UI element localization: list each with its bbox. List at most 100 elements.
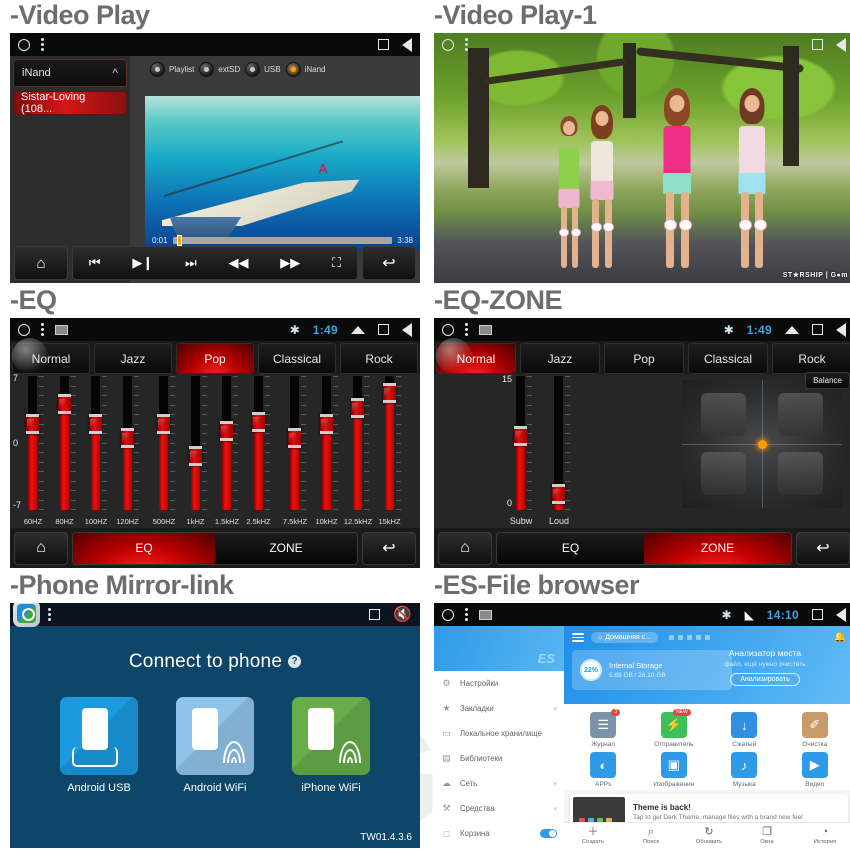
circle-icon[interactable]	[442, 38, 454, 51]
back-button[interactable]: ↩	[362, 531, 416, 565]
zone-slider-loud[interactable]	[552, 376, 565, 510]
home-button[interactable]: ⌂	[14, 531, 68, 565]
preset-pop[interactable]: Pop	[604, 343, 684, 374]
square-icon[interactable]	[812, 609, 823, 620]
fullscreen-button[interactable]: ⛶	[332, 255, 341, 271]
back-triangle-icon[interactable]	[402, 322, 412, 337]
back-triangle-icon[interactable]	[402, 37, 412, 52]
tab-eq[interactable]: EQ	[497, 532, 644, 564]
overflow-menu-icon[interactable]	[465, 608, 468, 621]
home-button[interactable]: ⌂	[14, 246, 68, 280]
eq-slider-1.5khz[interactable]	[220, 376, 233, 510]
tab-zone[interactable]: ZONE	[215, 532, 357, 564]
app-icon[interactable]: ✐	[801, 712, 828, 738]
overflow-menu-icon[interactable]	[465, 323, 468, 336]
app-icon[interactable]: ▶	[801, 752, 828, 778]
zone-slider-subw[interactable]	[514, 376, 527, 510]
app-журнал[interactable]: ☰ 3 Журнал	[568, 709, 639, 748]
circle-icon[interactable]	[442, 608, 454, 621]
eq-slider-10khz[interactable]	[319, 376, 333, 510]
app-icon[interactable]: ◐	[590, 752, 617, 778]
app-очистка[interactable]: ✐ Очистка	[780, 712, 850, 748]
slider-knob[interactable]	[89, 414, 102, 435]
source-extsd[interactable]: extSD	[199, 62, 240, 77]
slider-knob[interactable]	[120, 427, 134, 448]
previous-track-button[interactable]: ⏮	[89, 255, 101, 271]
video-surface[interactable]: A 0:01 3:38	[145, 96, 420, 251]
slider-knob[interactable]	[514, 426, 527, 447]
slider-knob[interactable]	[319, 414, 333, 435]
back-triangle-icon[interactable]	[836, 607, 846, 622]
eq-slider-2.5khz[interactable]	[251, 376, 265, 510]
app-изображения[interactable]: ▣ Изображения	[639, 752, 710, 788]
sidebar-item-сеть[interactable]: ☁ Сеть ▾	[434, 771, 564, 796]
preset-rock[interactable]: Rock	[772, 343, 850, 374]
sidebar-item-локальное[interactable]: ▭ Локальное хранилище	[434, 721, 564, 746]
bottom-создать[interactable]: ＋ Создать	[564, 826, 622, 845]
playlist-item[interactable]: Sistar-Loving (108...	[13, 91, 127, 115]
preset-jazz[interactable]: Jazz	[94, 343, 172, 374]
app-музыка[interactable]: ♪ Музыка	[709, 752, 780, 788]
balance-position-dot[interactable]	[757, 439, 767, 449]
bottom-история[interactable]: ◔ История	[796, 826, 850, 845]
back-triangle-icon[interactable]	[836, 37, 846, 52]
help-icon[interactable]: ?	[288, 655, 302, 669]
sidebar-item-закладки[interactable]: ★ Закладки ▾	[434, 696, 564, 721]
preset-jazz[interactable]: Jazz	[520, 343, 600, 374]
iphone-wifi-icon[interactable]	[292, 697, 370, 775]
square-icon[interactable]	[812, 39, 823, 50]
tab-zone[interactable]: ZONE	[644, 532, 791, 564]
slider-knob[interactable]	[251, 411, 265, 432]
slider-knob[interactable]	[552, 483, 565, 504]
video-play-1-screen[interactable]: ST★RSHIP | G●m	[434, 33, 850, 283]
android-usb-icon[interactable]	[60, 697, 138, 775]
fast-forward-button[interactable]: ▶▶	[280, 255, 300, 271]
app-icon[interactable]: ⚡ NEW	[660, 709, 691, 738]
square-icon[interactable]	[378, 39, 389, 50]
balance-pad[interactable]	[682, 380, 842, 508]
option-iphone-wifi[interactable]: iPhone WiFi	[292, 697, 370, 794]
tab-eq[interactable]: EQ	[73, 532, 215, 564]
square-icon[interactable]	[369, 609, 381, 620]
source-dropdown[interactable]: iNand ^	[13, 59, 127, 87]
mute-speaker-icon[interactable]: 🔇	[393, 607, 412, 622]
recycle-bin-toggle[interactable]	[540, 829, 557, 838]
slider-knob[interactable]	[157, 414, 170, 435]
preset-classical[interactable]: Classical	[688, 343, 768, 374]
app-icon[interactable]: ↓	[731, 712, 758, 738]
eq-slider-80hz[interactable]	[57, 376, 71, 510]
circle-icon[interactable]	[442, 323, 454, 336]
app-apps[interactable]: ◐ APPs	[568, 752, 639, 788]
sidebar-item-средства[interactable]: ⚒ Средства ▾	[434, 796, 564, 821]
preset-rock[interactable]: Rock	[340, 343, 418, 374]
sidebar-item-настройки[interactable]: ⚙ Настройки	[434, 671, 564, 696]
rewind-button[interactable]: ◀◀	[228, 255, 248, 271]
source-usb[interactable]: USB	[245, 62, 281, 77]
circle-icon[interactable]	[18, 323, 30, 336]
circle-icon[interactable]	[18, 38, 30, 51]
bottom-окна[interactable]: ❐ Окна	[738, 826, 796, 845]
home-button[interactable]: ⌂	[438, 531, 492, 565]
source-inand[interactable]: iNand	[285, 62, 326, 77]
slider-knob[interactable]	[26, 414, 39, 435]
option-android-wifi[interactable]: Android WiFi	[176, 697, 254, 794]
eq-slider-12.5khz[interactable]	[351, 376, 364, 510]
overflow-menu-icon[interactable]	[465, 38, 468, 51]
slider-knob[interactable]	[351, 398, 364, 419]
slider-knob[interactable]	[382, 383, 396, 404]
overflow-menu-icon[interactable]	[41, 38, 44, 51]
slider-knob[interactable]	[220, 420, 233, 441]
overflow-menu-icon[interactable]	[41, 323, 44, 336]
eq-slider-15khz[interactable]	[382, 376, 396, 510]
sidebar-item-корзина[interactable]: □ Корзина	[434, 821, 564, 846]
eq-slider-100hz[interactable]	[89, 376, 102, 510]
bell-icon[interactable]: 🔔	[834, 632, 846, 643]
eq-slider-1khz[interactable]	[188, 376, 202, 510]
app-отправитель[interactable]: ⚡ NEW Отправитель	[639, 709, 710, 748]
back-button[interactable]: ↩	[362, 246, 416, 280]
balance-button[interactable]: Balance	[805, 372, 850, 389]
eq-slider-120hz[interactable]	[120, 376, 134, 510]
preset-pop[interactable]: Pop	[176, 343, 254, 374]
option-android-usb[interactable]: Android USB	[60, 697, 138, 794]
square-icon[interactable]	[812, 324, 823, 335]
